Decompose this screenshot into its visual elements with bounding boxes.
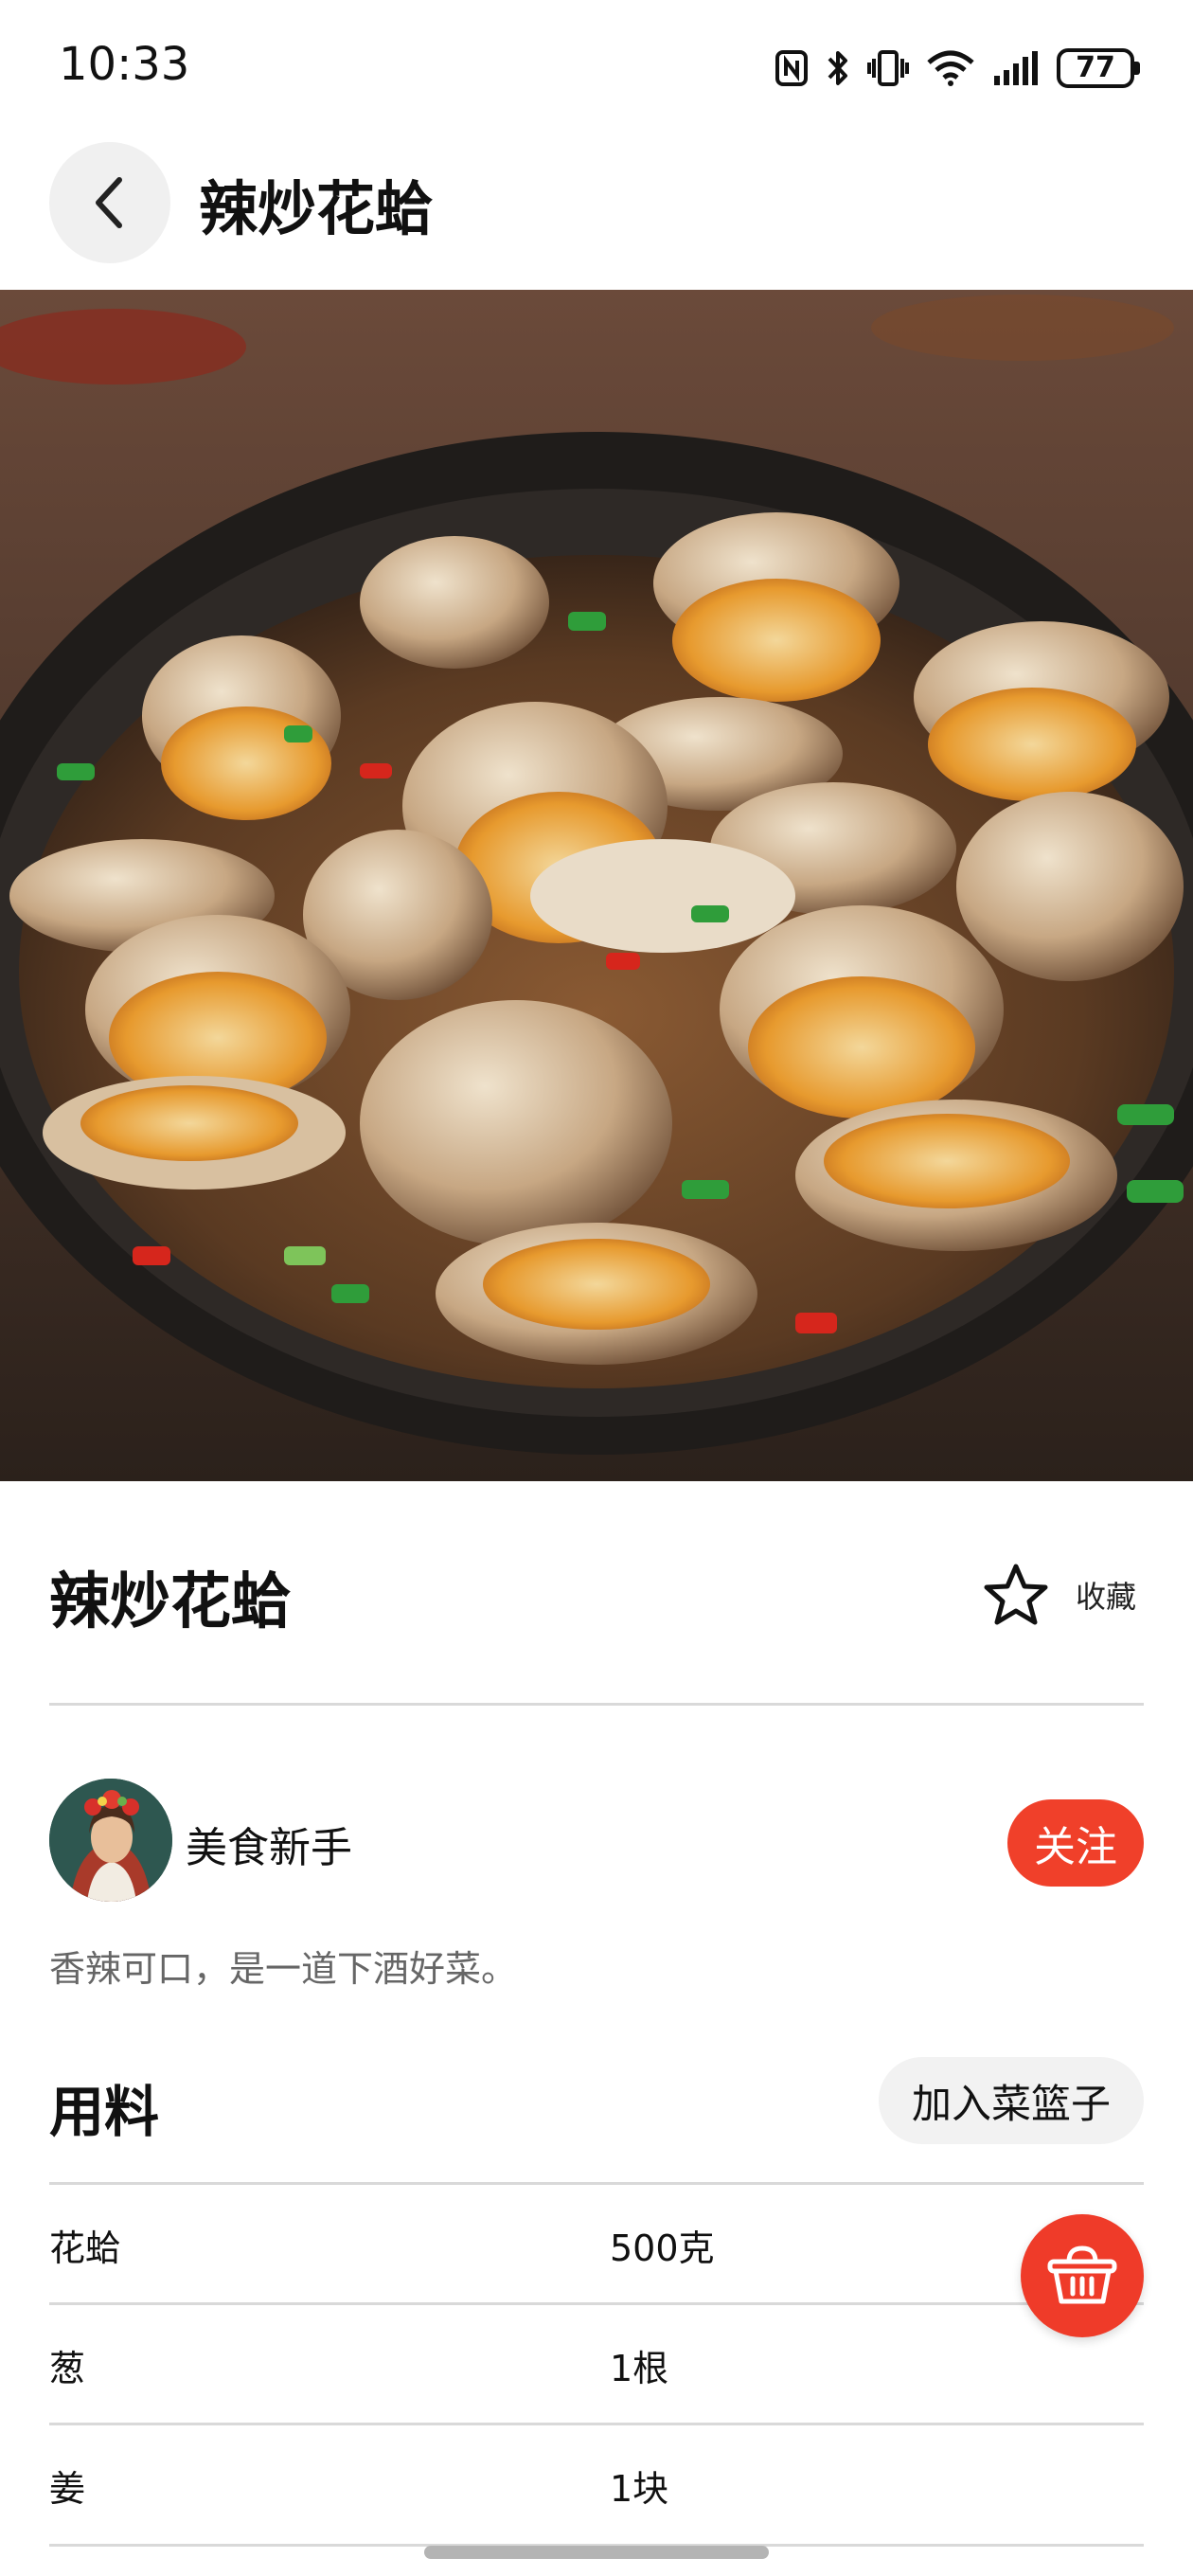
status-icons: 77 [775, 42, 1140, 95]
divider [49, 1703, 1144, 1706]
author-name[interactable]: 美食新手 [186, 1814, 352, 1874]
page-title: 辣炒花蛤 [199, 174, 435, 243]
ingredient-quantity: 1根 [610, 2348, 669, 2389]
recipe-description: 香辣可口，是一道下酒好菜。 [49, 1948, 518, 1990]
status-time: 10:33 [59, 38, 190, 91]
add-to-basket-button[interactable]: 加入菜篮子 [879, 2057, 1144, 2144]
follow-button[interactable]: 关注 [1007, 1799, 1144, 1887]
ingredient-row: 花蛤 500克 [49, 2182, 1144, 2301]
nfc-icon [775, 50, 808, 86]
signal-icon [994, 51, 1038, 85]
chevron-left-icon [96, 177, 122, 228]
ingredient-row: 姜 1块 [49, 2423, 1144, 2542]
ingredient-name: 姜 [49, 2468, 86, 2510]
favorite-button[interactable]: 收藏 [983, 1557, 1136, 1633]
ingredient-quantity: 500克 [610, 2227, 715, 2269]
author-avatar[interactable] [49, 1779, 172, 1902]
recipe-hero-image [0, 290, 1193, 1481]
battery-icon: 77 [1057, 48, 1140, 88]
back-button[interactable] [49, 142, 170, 263]
recipe-title: 辣炒花蛤 [49, 1567, 292, 1637]
basket-fab-button[interactable] [1021, 2214, 1144, 2337]
ingredients-heading: 用料 [49, 2080, 160, 2144]
status-bar: 10:33 77 [0, 0, 1193, 133]
avatar-illustration [49, 1779, 172, 1902]
ingredient-name: 葱 [49, 2348, 86, 2389]
ingredient-quantity: 1块 [610, 2468, 669, 2510]
bluetooth-icon [828, 51, 847, 85]
home-indicator[interactable] [424, 2546, 769, 2559]
vibrate-icon [867, 50, 909, 86]
basket-icon [1047, 2245, 1117, 2304]
ingredient-row: 葱 1根 [49, 2302, 1144, 2422]
clams-illustration [0, 290, 1193, 1481]
star-outline-icon [984, 1564, 1048, 1625]
wifi-icon [927, 50, 974, 86]
favorite-label: 收藏 [1076, 1579, 1137, 1615]
ingredient-name: 花蛤 [49, 2227, 122, 2269]
